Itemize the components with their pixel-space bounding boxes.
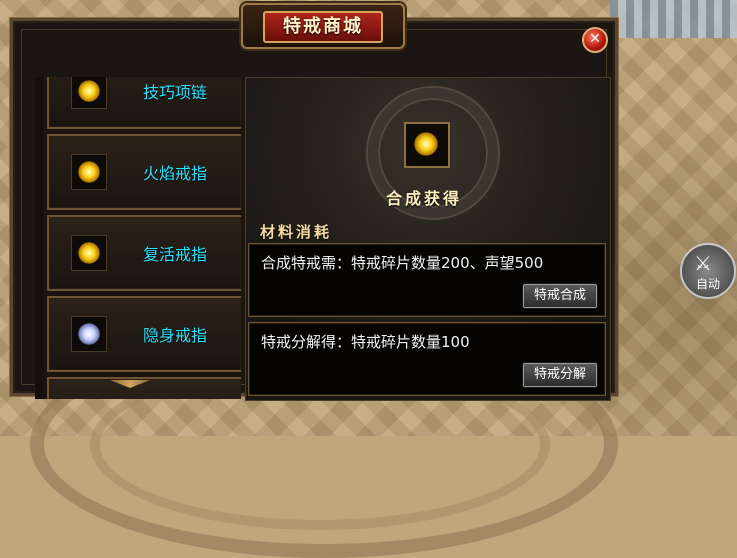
item-label: 技巧项链 xyxy=(143,83,208,102)
item-icon-box xyxy=(71,154,107,190)
synthesis-requirement-text: 合成特戒需：特戒碎片数量200、声望500 xyxy=(261,254,544,272)
special-ring-shop-window: 技巧项链 火焰戒指 复活戒指 隐身戒指 合成获得 材料消耗 合成特戒需：特戒碎片… xyxy=(10,3,618,401)
decompose-button[interactable]: 特戒分解 xyxy=(523,363,597,387)
item-label: 复活戒指 xyxy=(143,245,208,264)
window-title: 特戒商城 xyxy=(283,16,363,37)
gold-gem-icon xyxy=(414,132,438,156)
auto-battle-button[interactable]: ⚔ 自动 xyxy=(680,243,736,299)
item-label: 火焰戒指 xyxy=(143,164,208,183)
silver-gem-icon xyxy=(78,323,100,345)
materials-label: 材料消耗 xyxy=(260,223,333,241)
crossed-swords-icon: ⚔ xyxy=(694,251,712,275)
result-item-slot[interactable] xyxy=(404,122,450,168)
list-item-invisibility-ring[interactable]: 隐身戒指 xyxy=(47,296,241,372)
decompose-result-text: 特戒分解得：特戒碎片数量100 xyxy=(261,333,470,351)
auto-label: 自动 xyxy=(695,277,720,291)
gold-gem-icon xyxy=(78,80,100,102)
synthesis-panel: 合成获得 材料消耗 合成特戒需：特戒碎片数量200、声望500 特戒合成 特戒分… xyxy=(245,77,611,401)
gold-gem-icon xyxy=(78,242,100,264)
list-item-skill-necklace[interactable]: 技巧项链 xyxy=(47,77,241,129)
item-icon-box xyxy=(71,235,107,271)
decompose-recipe-box: 特戒分解得：特戒碎片数量100 特戒分解 xyxy=(248,322,606,396)
item-list[interactable]: 技巧项链 火焰戒指 复活戒指 隐身戒指 xyxy=(35,77,241,399)
synthesis-recipe-box: 合成特戒需：特戒碎片数量200、声望500 特戒合成 xyxy=(248,243,606,317)
list-item-revival-ring[interactable]: 复活戒指 xyxy=(47,215,241,291)
gold-gem-icon xyxy=(78,161,100,183)
castle-wall xyxy=(610,0,737,38)
synthesize-button[interactable]: 特戒合成 xyxy=(523,284,597,308)
item-label: 隐身戒指 xyxy=(143,326,208,345)
result-label: 合成获得 xyxy=(386,189,463,208)
list-item-fire-ring[interactable]: 火焰戒指 xyxy=(47,134,241,210)
item-icon-box xyxy=(71,77,107,109)
close-button[interactable]: ✕ xyxy=(582,27,608,53)
item-icon-box xyxy=(71,316,107,352)
title-plaque: 特戒商城 xyxy=(241,3,405,49)
